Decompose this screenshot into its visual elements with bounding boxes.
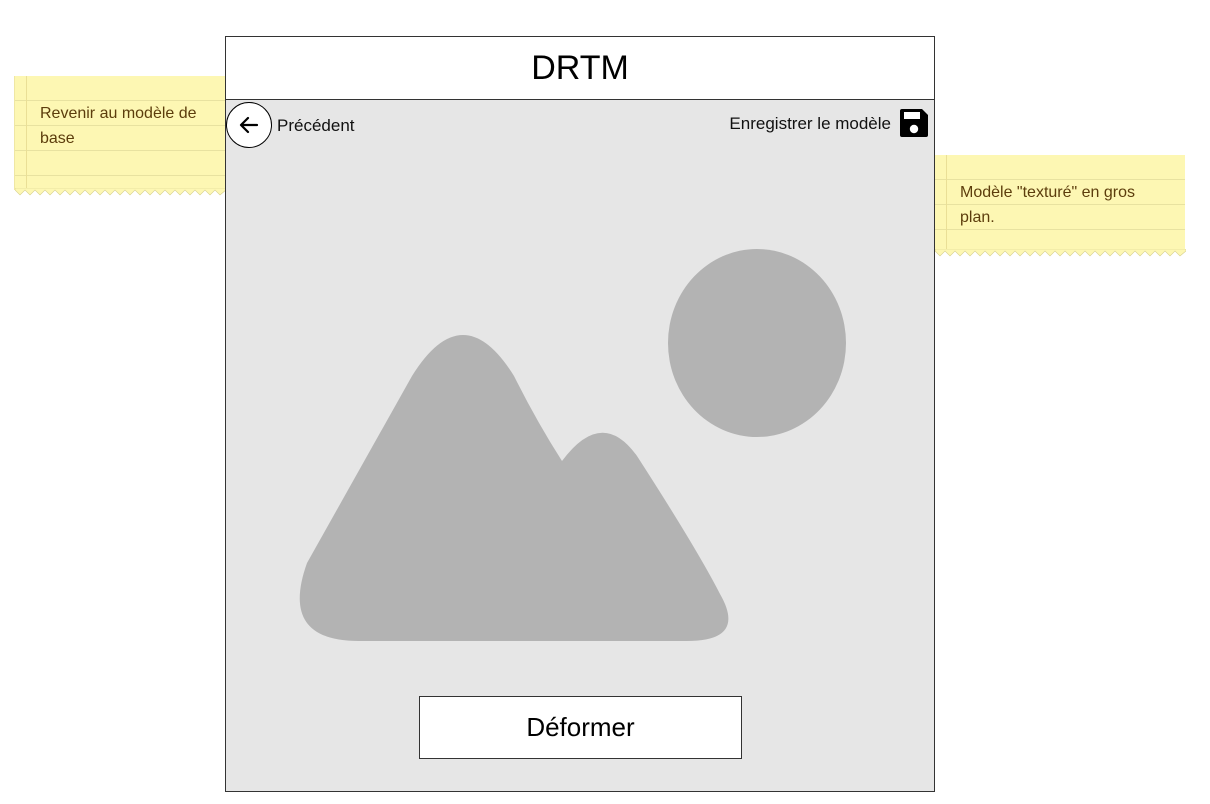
annotation-note-back: Revenir au modèle de base [14, 76, 226, 196]
back-label[interactable]: Précédent [277, 116, 355, 136]
back-button[interactable] [226, 102, 272, 148]
app-screen: DRTM Précédent Enregistrer le modèle Déf… [225, 36, 935, 792]
deform-button-label: Déformer [526, 712, 635, 742]
title-bar: DRTM [226, 37, 934, 100]
annotation-note-texture: Modèle "texturé" en gros plan. [934, 155, 1186, 257]
note-torn-edge [15, 188, 226, 196]
save-model-label[interactable]: Enregistrer le modèle [729, 114, 891, 134]
floppy-disk-icon[interactable] [898, 107, 930, 139]
app-title: DRTM [531, 48, 629, 87]
arrow-left-icon [239, 116, 259, 134]
note-torn-edge [935, 249, 1186, 257]
image-placeholder-icon [299, 249, 846, 641]
annotation-note-back-text: Revenir au modèle de base [40, 105, 197, 147]
annotation-note-texture-text: Modèle "texturé" en gros plan. [960, 184, 1136, 226]
deform-button[interactable]: Déformer [419, 696, 742, 759]
